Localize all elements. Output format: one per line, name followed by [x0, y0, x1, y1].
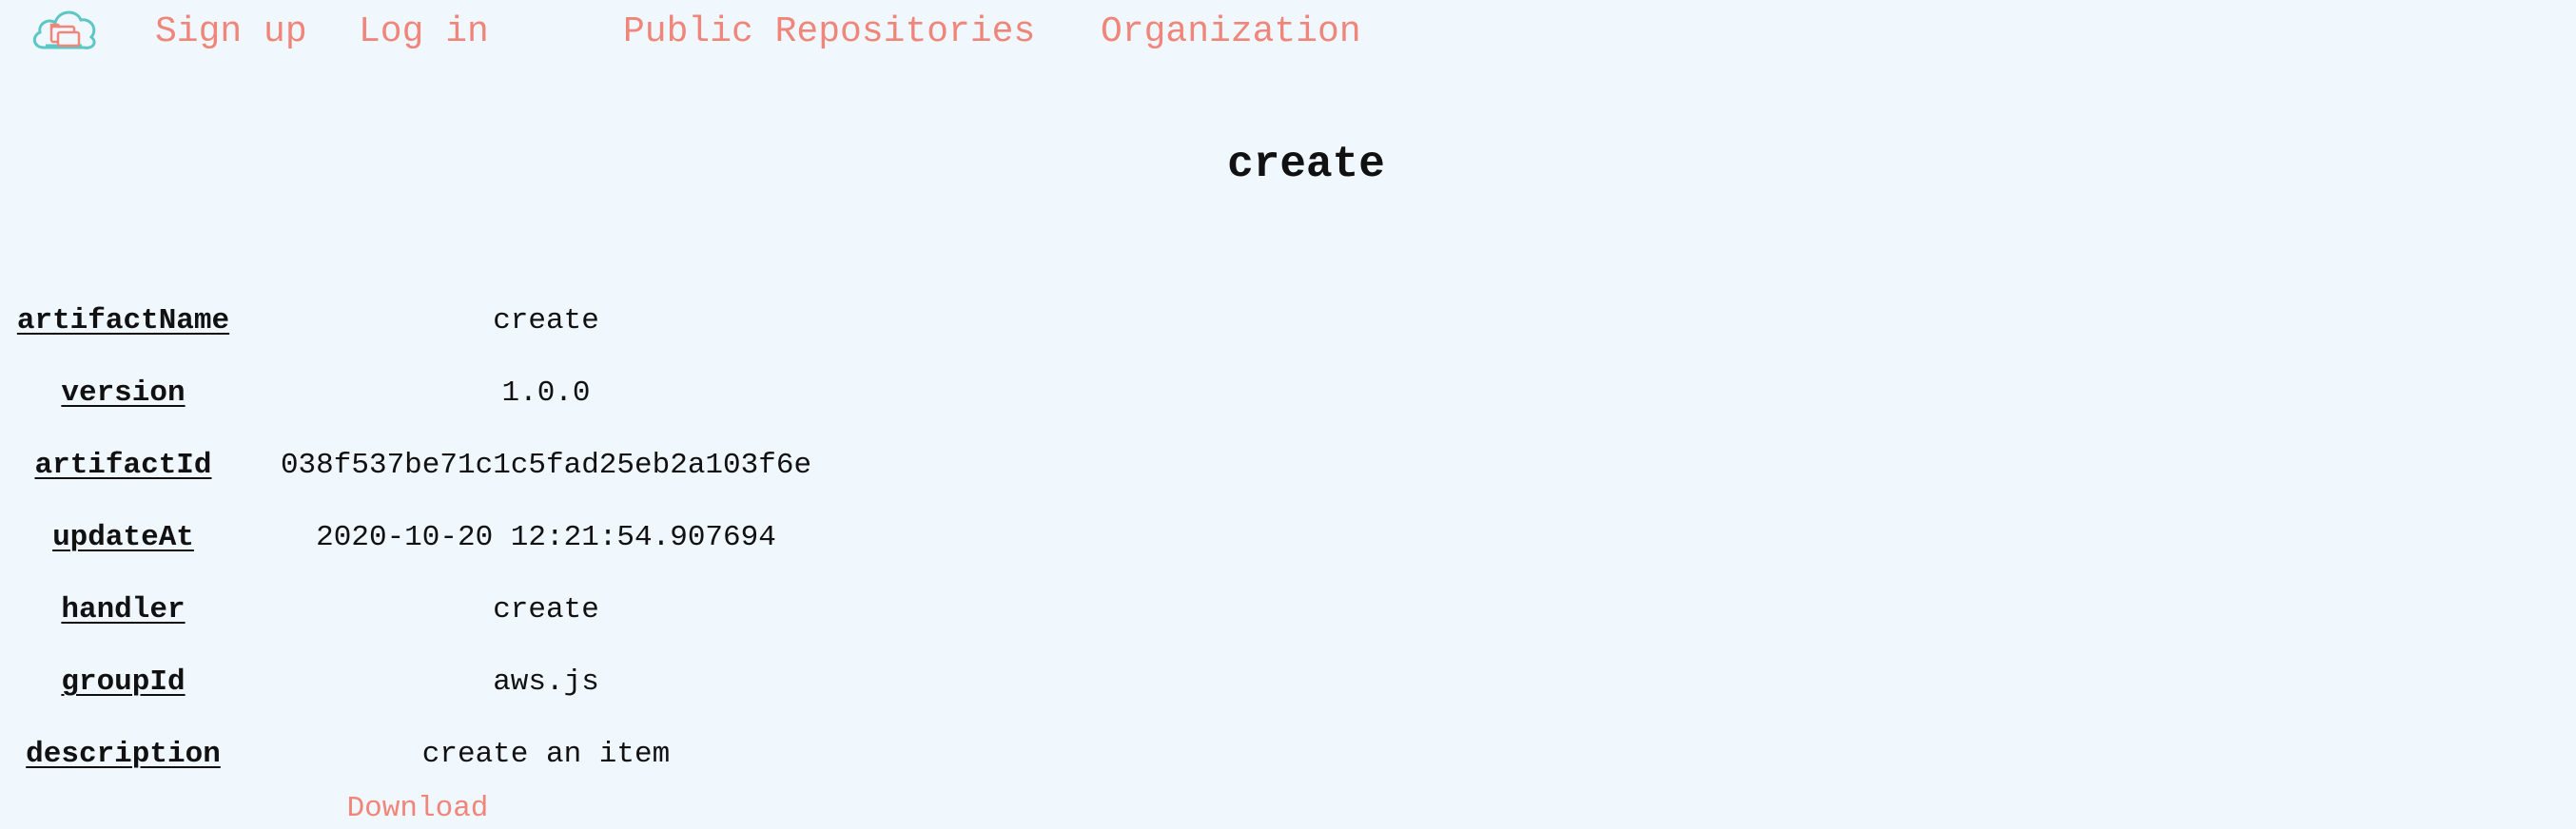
- download-link[interactable]: Download: [246, 790, 589, 828]
- group-id-value: aws.js: [493, 665, 599, 699]
- cloud-folder-icon[interactable]: [29, 4, 99, 57]
- page-title: create: [1227, 140, 1385, 189]
- description-value: create an item: [421, 738, 671, 771]
- update-at-label: updateAt: [52, 521, 194, 554]
- description-label: description: [26, 738, 221, 771]
- version-value: 1.0.0: [501, 376, 591, 410]
- artifact-name-label: artifactName: [16, 304, 230, 337]
- update-at-value: 2020-10-20 12:21:54.907694: [316, 521, 776, 554]
- handler-value: create: [493, 593, 599, 627]
- group-id-label: groupId: [61, 665, 185, 699]
- top-navigation: Sign up Log in Public Repositories Organ…: [0, 0, 1522, 67]
- artifact-name-value: create: [493, 304, 599, 337]
- artifact-id-label: artifactId: [34, 449, 212, 482]
- artifact-id-value: 038f537be71c1c5fad25eb2a103f6e: [280, 449, 812, 482]
- sign-up-link[interactable]: Sign up: [155, 11, 307, 53]
- log-in-link[interactable]: Log in: [359, 11, 489, 53]
- public-repositories-link[interactable]: Public Repositories: [623, 11, 1035, 53]
- version-label: version: [61, 376, 185, 410]
- organization-link[interactable]: Organization: [1101, 11, 1361, 53]
- handler-label: handler: [61, 593, 185, 627]
